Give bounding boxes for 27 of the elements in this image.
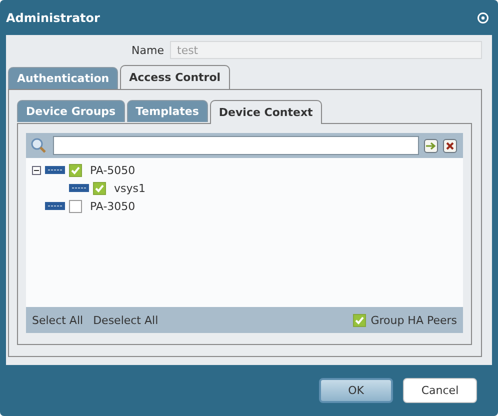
name-label: Name [132,44,164,56]
tab[interactable]: Device Context [210,100,322,124]
device-icon [45,202,65,210]
collapse-icon[interactable] [32,166,41,174]
apply-filter-button[interactable] [424,138,438,152]
tree-item-label[interactable]: vsys1 [114,182,146,194]
search-icon [30,136,48,154]
arrow-icon [426,142,436,150]
group-ha-peers-label: Group HA Peers [370,314,457,326]
tab[interactable]: Access Control [120,65,230,89]
group-ha-peers-checkbox[interactable] [352,314,366,326]
window-title: Administrator [6,10,100,24]
device-icon [45,166,65,174]
tree-checkbox[interactable] [69,200,82,212]
dialog-button[interactable]: Cancel [403,378,477,403]
tree-checkbox[interactable] [93,182,106,194]
tree-checkbox[interactable] [69,164,82,176]
clear-filter-button[interactable] [443,138,457,152]
tree-item-label[interactable]: PA-5050 [90,164,136,176]
footer-link[interactable]: Select All [32,314,84,326]
dialog-button[interactable]: OK [319,378,393,403]
footer-link[interactable]: Deselect All [93,314,158,326]
close-icon [446,142,454,150]
tree-item-label[interactable]: PA-3050 [90,200,136,212]
name-field[interactable]: test [170,41,482,59]
search-field[interactable] [53,136,419,155]
device-icon [69,184,89,192]
